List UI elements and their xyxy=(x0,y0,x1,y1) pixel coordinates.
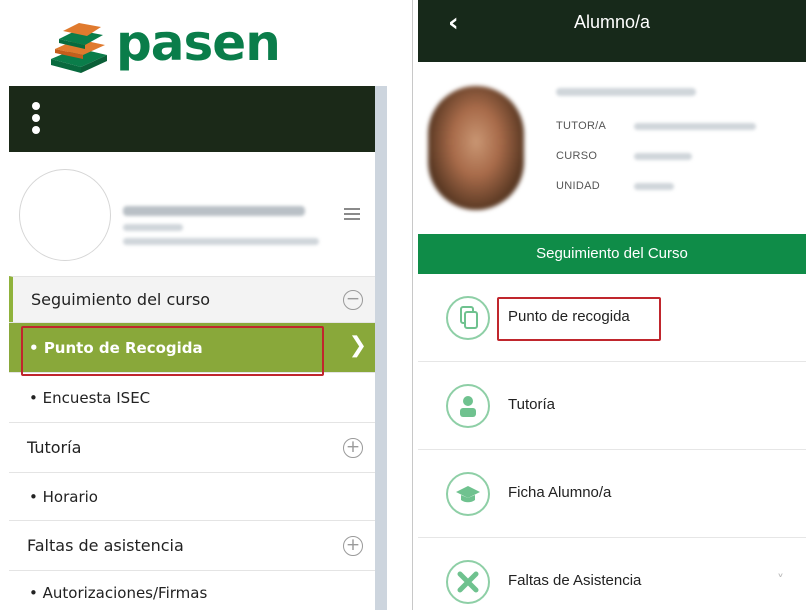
chevron-right-icon: ❯ xyxy=(348,333,367,358)
sidebar-item-text: Autorizaciones/Firmas xyxy=(42,583,208,602)
app-item-faltas-de-asistencia[interactable]: Faltas de Asistencia ˅ xyxy=(418,538,806,610)
student-photo xyxy=(428,86,524,210)
app-header: ‹ Alumno/a xyxy=(418,0,806,62)
student-name-blurred xyxy=(556,88,696,96)
user-detail-blurred xyxy=(123,224,183,231)
tutor-value-blurred xyxy=(634,123,756,130)
minus-circle-icon[interactable]: − xyxy=(343,289,363,310)
sidebar-section-label: Seguimiento del curso xyxy=(31,290,211,309)
hamburger-icon[interactable] xyxy=(344,208,362,222)
sidebar-item-label: • Encuesta ISEC xyxy=(29,388,151,407)
student-card: TUTOR/A CURSO UNIDAD xyxy=(418,62,806,234)
app-item-punto-de-recogida[interactable]: Punto de recogida xyxy=(418,274,806,362)
sidebar-section-faltas[interactable]: Faltas de asistencia + xyxy=(9,520,375,570)
sidebar-item-label: • Horario xyxy=(29,487,98,506)
person-icon xyxy=(446,383,490,428)
gutter xyxy=(387,86,409,610)
app-item-ficha-alumno[interactable]: Ficha Alumno/a xyxy=(418,450,806,538)
menu-top-bar xyxy=(9,86,375,152)
app-item-label: Faltas de Asistencia xyxy=(508,572,642,589)
x-mark-icon xyxy=(446,560,490,604)
sidebar-item-label: • Autorizaciones/Firmas xyxy=(29,583,208,602)
sidebar-section-tutoria[interactable]: Tutoría + xyxy=(9,422,375,472)
pasen-logo-text: pasen xyxy=(116,14,281,72)
curso-value-blurred xyxy=(634,153,692,160)
kebab-icon[interactable] xyxy=(31,102,41,136)
pasen-app-panel: ‹ Alumno/a TUTOR/A CURSO UNIDAD Seguimie… xyxy=(418,0,806,610)
sidebar-item-encuesta-isec[interactable]: • Encuesta ISEC xyxy=(9,372,375,422)
sidebar-item-horario[interactable]: • Horario xyxy=(9,472,375,520)
user-name-blurred xyxy=(123,206,305,216)
sidebar-item-text: Encuesta ISEC xyxy=(42,388,151,407)
graduation-cap-icon xyxy=(446,471,490,516)
sidebar-section-label: Tutoría xyxy=(27,438,82,457)
label-tutor: TUTOR/A xyxy=(556,120,607,132)
chevron-down-icon[interactable]: ˅ xyxy=(777,573,784,589)
avatar xyxy=(19,169,111,261)
scrollbar[interactable] xyxy=(375,86,387,610)
user-profile xyxy=(9,152,375,276)
user-center-blurred xyxy=(123,238,319,245)
sidebar-section-label: Faltas de asistencia xyxy=(27,536,184,555)
pasen-logo: pasen xyxy=(9,8,409,86)
label-unidad: UNIDAD xyxy=(556,180,600,192)
page-title: Alumno/a xyxy=(573,12,651,32)
plus-circle-icon[interactable]: + xyxy=(343,437,363,458)
sidebar-section-seguimiento[interactable]: Seguimiento del curso − xyxy=(9,276,375,322)
label-curso: CURSO xyxy=(556,150,598,162)
pasen-books-icon xyxy=(51,23,107,73)
sidebar-item-autorizaciones[interactable]: • Autorizaciones/Firmas xyxy=(9,570,375,610)
app-item-label: Tutoría xyxy=(508,395,555,413)
app-item-label: Ficha Alumno/a xyxy=(508,483,612,501)
sidebar-item-punto-de-recogida[interactable]: • Punto de Recogida ❯ xyxy=(9,322,375,372)
sidebar-item-text: Punto de Recogida xyxy=(43,338,203,357)
app-item-tutoria[interactable]: Tutoría xyxy=(418,362,806,450)
sidebar-item-text: Horario xyxy=(42,487,98,506)
documents-icon xyxy=(446,295,490,340)
app-item-label: Punto de recogida xyxy=(508,307,630,325)
section-header: Seguimiento del Curso xyxy=(418,234,806,274)
unidad-value-blurred xyxy=(634,183,674,190)
sidebar-menu: Seguimiento del curso − • Punto de Recog… xyxy=(9,86,375,610)
sidebar-item-label: • Punto de Recogida xyxy=(29,338,203,357)
pasen-web-panel: pasen Seguimiento del curso − • Punto de… xyxy=(0,0,413,610)
plus-circle-icon[interactable]: + xyxy=(343,535,363,556)
